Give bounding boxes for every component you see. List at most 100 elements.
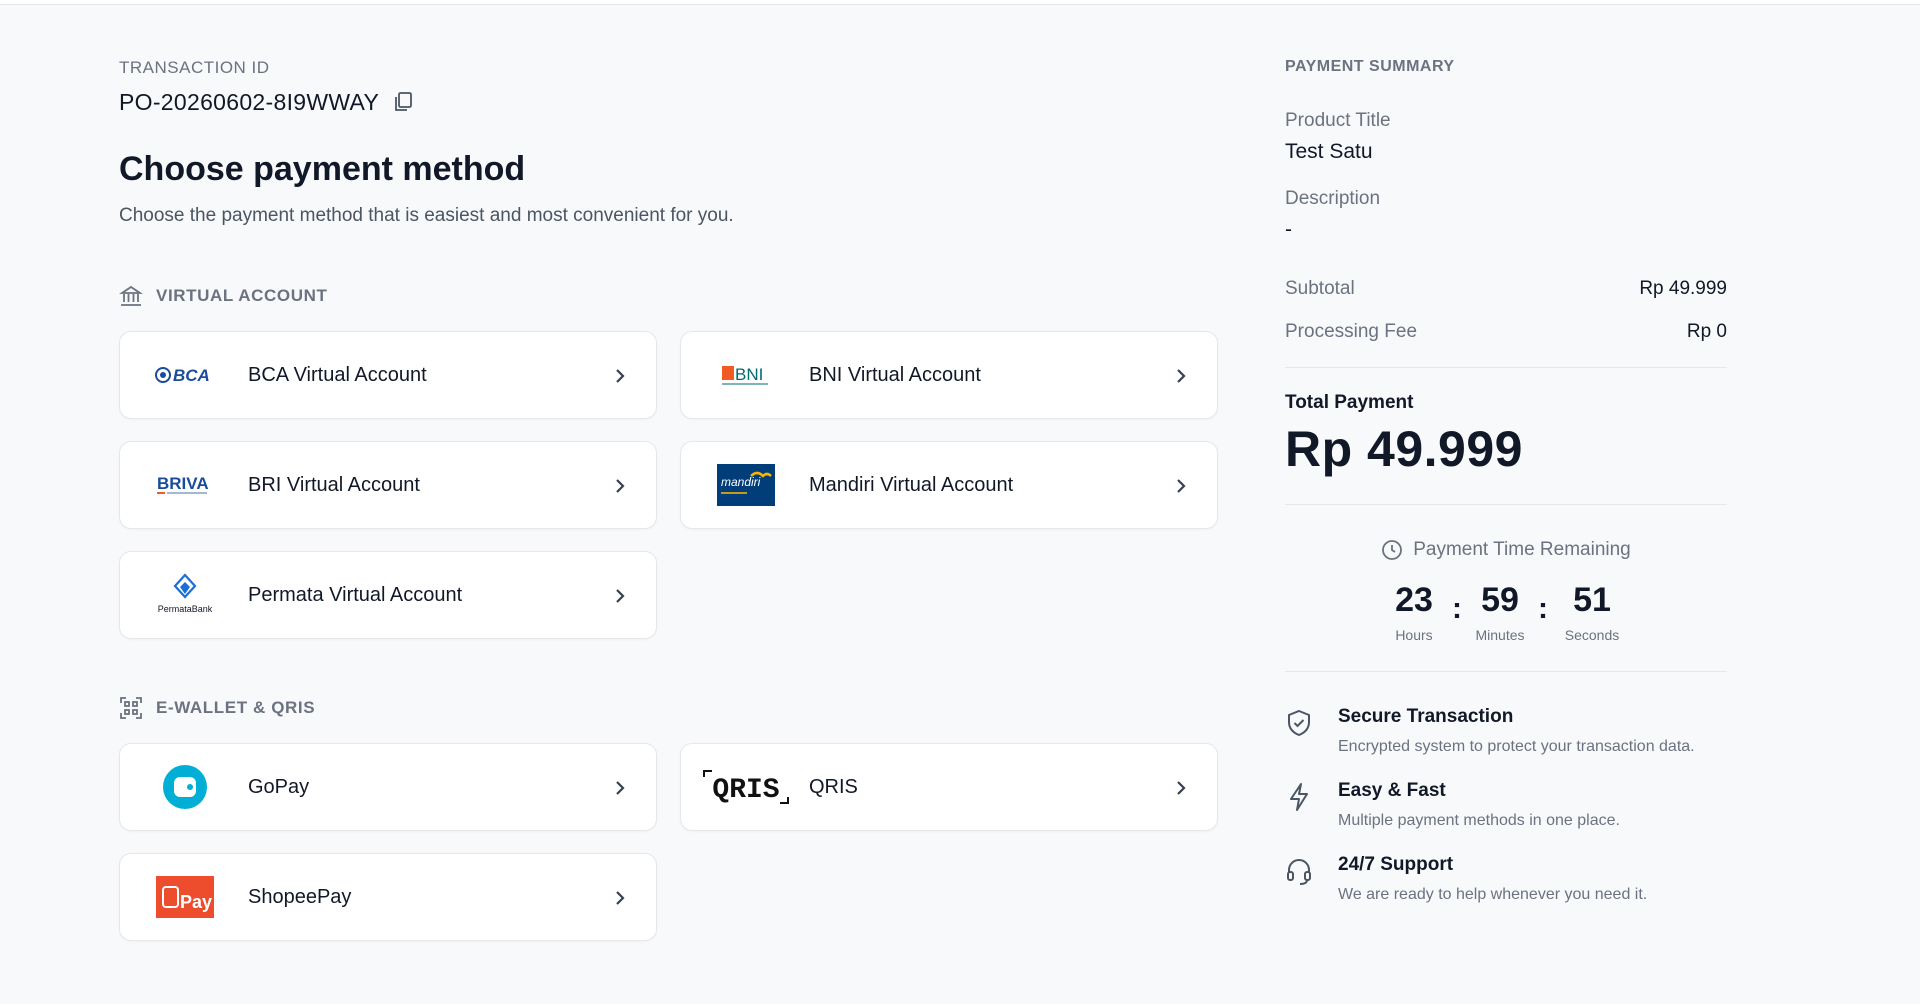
feature-desc: Encrypted system to protect your transac… <box>1338 738 1695 755</box>
chevron-right-icon <box>616 369 625 383</box>
subtotal-label: Subtotal <box>1285 278 1355 299</box>
chevron-right-icon <box>1177 369 1186 383</box>
method-mandiri-va[interactable]: mandiri Mandiri Virtual Account <box>680 441 1218 529</box>
countdown-block: Payment Time Remaining 23 Hours : 59 Min… <box>1285 539 1727 643</box>
transaction-id-value: PO-20260602-8I9WWAY <box>119 88 380 115</box>
shield-check-icon <box>1288 709 1310 737</box>
hours-value: 23 <box>1395 581 1433 619</box>
divider <box>1285 504 1727 505</box>
bca-logo: BCA <box>153 350 217 400</box>
section-virtual-account: VIRTUAL ACCOUNT <box>119 283 1221 309</box>
product-title-label: Product Title <box>1285 110 1391 131</box>
timer-title: Payment Time Remaining <box>1285 539 1727 561</box>
clock-icon <box>1382 540 1403 560</box>
description-label: Description <box>1285 188 1381 209</box>
hours-label: Hours <box>1395 627 1433 643</box>
method-label: QRIS <box>809 775 858 798</box>
method-shopeepay[interactable]: Pay ShopeePay <box>119 853 657 941</box>
method-qris[interactable]: QRIS QRIS <box>680 743 1218 831</box>
method-label: GoPay <box>248 775 310 798</box>
transaction-id-row: PO-20260602-8I9WWAY <box>119 86 1221 118</box>
total-payment-label: Total Payment <box>1285 392 1414 413</box>
gopay-logo <box>153 762 217 812</box>
section-label: VIRTUAL ACCOUNT <box>156 286 328 305</box>
seconds-value: 51 <box>1573 581 1611 619</box>
section-ewallet-qris: E-WALLET & QRIS <box>119 695 1221 721</box>
method-label: BCA Virtual Account <box>248 363 427 386</box>
method-label: ShopeePay <box>248 885 352 908</box>
timer-hours: 23 Hours <box>1383 581 1445 643</box>
method-gopay[interactable]: GoPay <box>119 743 657 831</box>
divider <box>1285 671 1727 672</box>
svg-text:BRIVA: BRIVA <box>157 474 209 493</box>
ewallet-grid: GoPay QRIS QRIS Pay ShopeePay <box>119 743 1221 941</box>
description-block: Description - <box>1285 188 1727 242</box>
product-title-block: Product Title Test Satu <box>1285 110 1727 164</box>
timer-minutes: 59 Minutes <box>1469 581 1531 643</box>
transaction-id-label: TRANSACTION ID <box>119 58 270 77</box>
feature-secure: Secure Transaction Encrypted system to p… <box>1285 706 1727 756</box>
feature-fast: Easy & Fast Multiple payment methods in … <box>1285 780 1727 830</box>
total-payment-value: Rp 49.999 <box>1285 421 1523 477</box>
feature-desc: We are ready to help whenever you need i… <box>1338 886 1648 903</box>
svg-text:PermataBank: PermataBank <box>158 604 213 614</box>
payment-summary-column: PAYMENT SUMMARY Product Title Test Satu … <box>1285 58 1727 904</box>
bank-icon <box>119 285 143 306</box>
feature-title: Secure Transaction <box>1338 706 1514 727</box>
page-title: Choose payment method <box>119 150 526 188</box>
method-bni-va[interactable]: BNI BNI Virtual Account <box>680 331 1218 419</box>
svg-text:mandiri: mandiri <box>721 475 761 489</box>
chevron-right-icon <box>1177 479 1186 493</box>
subtotal-row: Subtotal Rp 49.999 <box>1285 276 1727 302</box>
timer-title-text: Payment Time Remaining <box>1413 539 1631 560</box>
payment-methods-column: TRANSACTION ID PO-20260602-8I9WWAY Choos… <box>119 58 1221 941</box>
method-bca-va[interactable]: BCA BCA Virtual Account <box>119 331 657 419</box>
subtotal-value: Rp 49.999 <box>1639 278 1727 299</box>
countdown-timer: 23 Hours : 59 Minutes : 51 Seconds <box>1285 581 1727 643</box>
chevron-right-icon <box>616 589 625 603</box>
chevron-right-icon <box>616 479 625 493</box>
qris-logo: QRIS <box>702 762 790 812</box>
feature-title: 24/7 Support <box>1338 854 1454 875</box>
top-border <box>0 0 1920 5</box>
page-subtitle: Choose the payment method that is easies… <box>119 205 734 226</box>
feature-desc: Multiple payment methods in one place. <box>1338 812 1620 829</box>
method-bri-va[interactable]: BRIVA BRI Virtual Account <box>119 441 657 529</box>
qr-scan-icon <box>120 697 142 719</box>
svg-text:BCA: BCA <box>173 366 210 385</box>
timer-separator: : <box>1452 592 1462 625</box>
chevron-right-icon <box>1177 781 1186 795</box>
total-block: Total Payment Rp 49.999 <box>1285 392 1727 478</box>
shopeepay-logo: Pay <box>153 872 217 922</box>
method-label: Mandiri Virtual Account <box>809 473 1014 496</box>
product-title-value: Test Satu <box>1285 140 1373 163</box>
processing-fee-row: Processing Fee Rp 0 <box>1285 319 1727 345</box>
method-label: BNI Virtual Account <box>809 363 981 386</box>
bni-logo: BNI <box>714 350 778 400</box>
method-label: Permata Virtual Account <box>248 583 463 606</box>
chevron-right-icon <box>616 781 625 795</box>
section-label: E-WALLET & QRIS <box>156 698 316 717</box>
seconds-label: Seconds <box>1564 627 1620 643</box>
minutes-value: 59 <box>1481 581 1519 619</box>
processing-fee-label: Processing Fee <box>1285 321 1418 342</box>
method-permata-va[interactable]: PermataBank Permata Virtual Account <box>119 551 657 639</box>
timer-separator: : <box>1538 592 1548 625</box>
minutes-label: Minutes <box>1475 627 1525 643</box>
payment-summary-label: PAYMENT SUMMARY <box>1285 58 1455 75</box>
divider <box>1285 367 1727 368</box>
mandiri-logo: mandiri <box>714 460 778 510</box>
briva-logo: BRIVA <box>153 460 217 510</box>
processing-fee-value: Rp 0 <box>1686 321 1727 342</box>
svg-text:BNI: BNI <box>735 365 763 384</box>
copy-icon[interactable] <box>393 91 413 113</box>
timer-seconds: 51 Seconds <box>1555 581 1629 643</box>
method-label: BRI Virtual Account <box>248 473 420 496</box>
chevron-right-icon <box>616 891 625 905</box>
virtual-account-grid: BCA BCA Virtual Account BNI BNI Virtual … <box>119 331 1221 639</box>
description-value: - <box>1285 218 1292 241</box>
permata-logo: PermataBank <box>153 570 217 620</box>
feature-title: Easy & Fast <box>1338 780 1446 801</box>
svg-text:Pay: Pay <box>180 892 212 912</box>
headset-icon <box>1287 859 1311 885</box>
